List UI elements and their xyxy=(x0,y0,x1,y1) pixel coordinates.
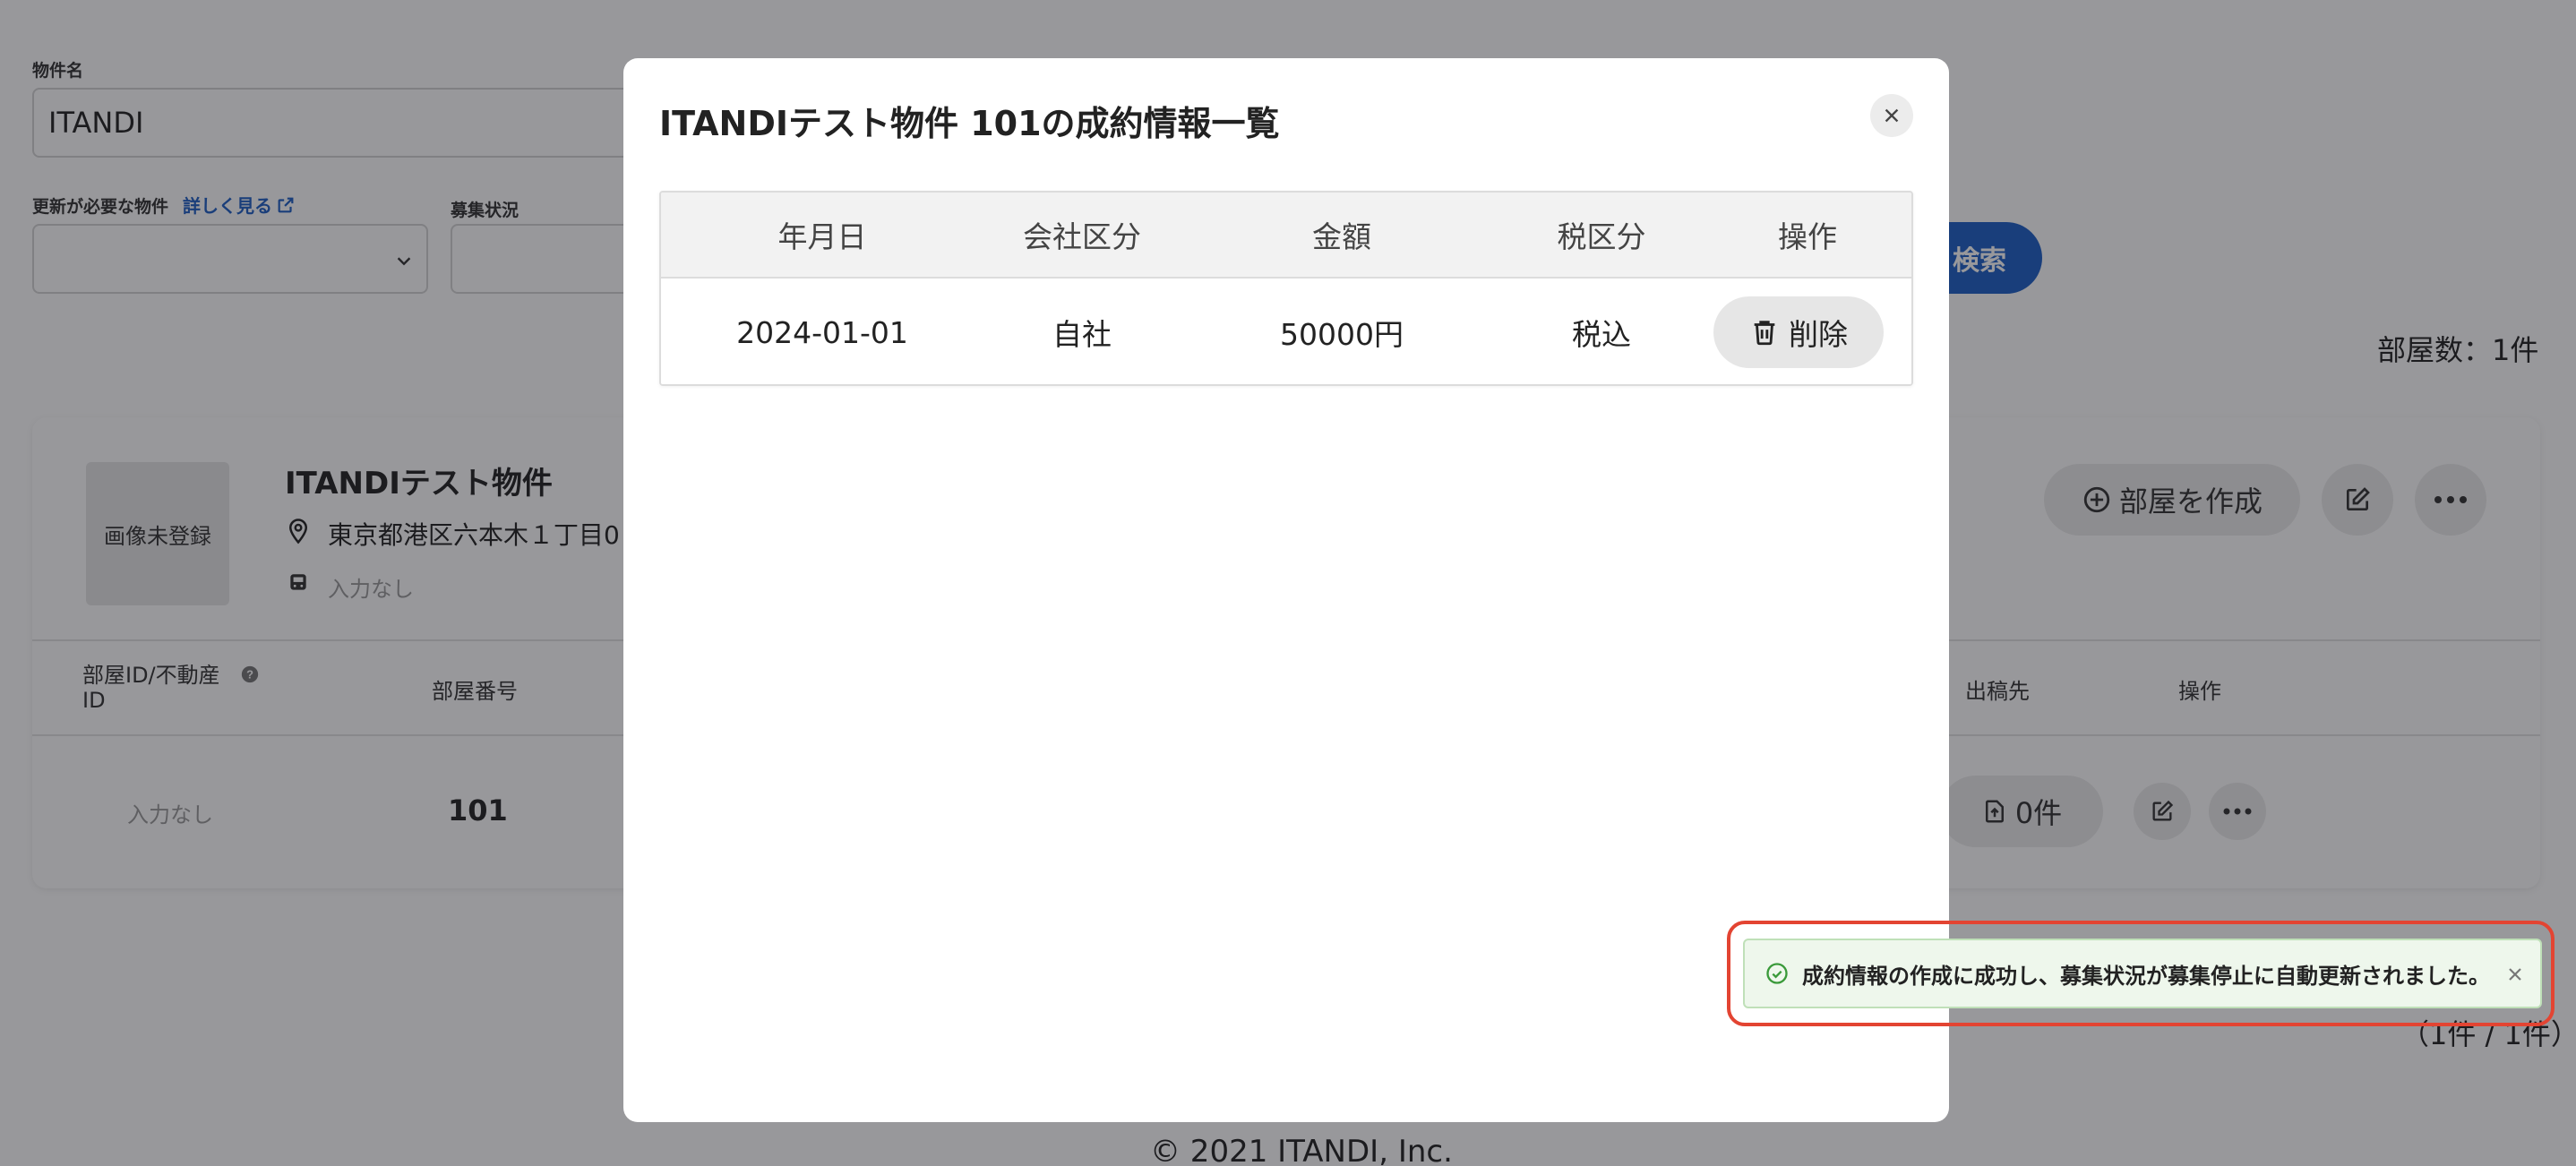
column-actions: 操作 xyxy=(1778,219,1837,254)
trash-icon xyxy=(1754,321,1775,346)
column-company-type: 会社区分 xyxy=(1023,219,1141,254)
column-amount: 金額 xyxy=(1312,219,1371,254)
toast-close-icon[interactable] xyxy=(2504,964,2526,985)
modal-title: ITANDIテスト物件 101の成約情報一覧 xyxy=(659,104,1280,143)
toast-message: 成約情報の作成に成功し、募集状況が募集停止に自動更新されました。 xyxy=(1802,963,2490,989)
delete-label: 削除 xyxy=(1789,317,1848,352)
success-toast: 成約情報の作成に成功し、募集状況が募集停止に自動更新されました。 xyxy=(1743,939,2542,1008)
row-date: 2024-01-01 xyxy=(736,314,908,350)
modal-close-button[interactable] xyxy=(1870,94,1913,137)
column-tax-type: 税区分 xyxy=(1557,219,1646,254)
delete-button[interactable]: 削除 xyxy=(1713,296,1884,368)
row-company-type: 自社 xyxy=(1052,317,1112,352)
contract-table: 年月日 会社区分 金額 税区分 操作 2024-01-01 自社 50000円 … xyxy=(659,191,1913,386)
contract-table-header: 年月日 会社区分 金額 税区分 操作 xyxy=(661,193,1911,279)
close-icon xyxy=(1885,108,1899,123)
column-date: 年月日 xyxy=(777,219,867,254)
row-amount: 50000円 xyxy=(1280,317,1404,352)
table-row: 2024-01-01 自社 50000円 税込 削除 xyxy=(661,279,1911,384)
check-circle-icon xyxy=(1766,963,1788,984)
row-tax-type: 税込 xyxy=(1572,317,1631,352)
